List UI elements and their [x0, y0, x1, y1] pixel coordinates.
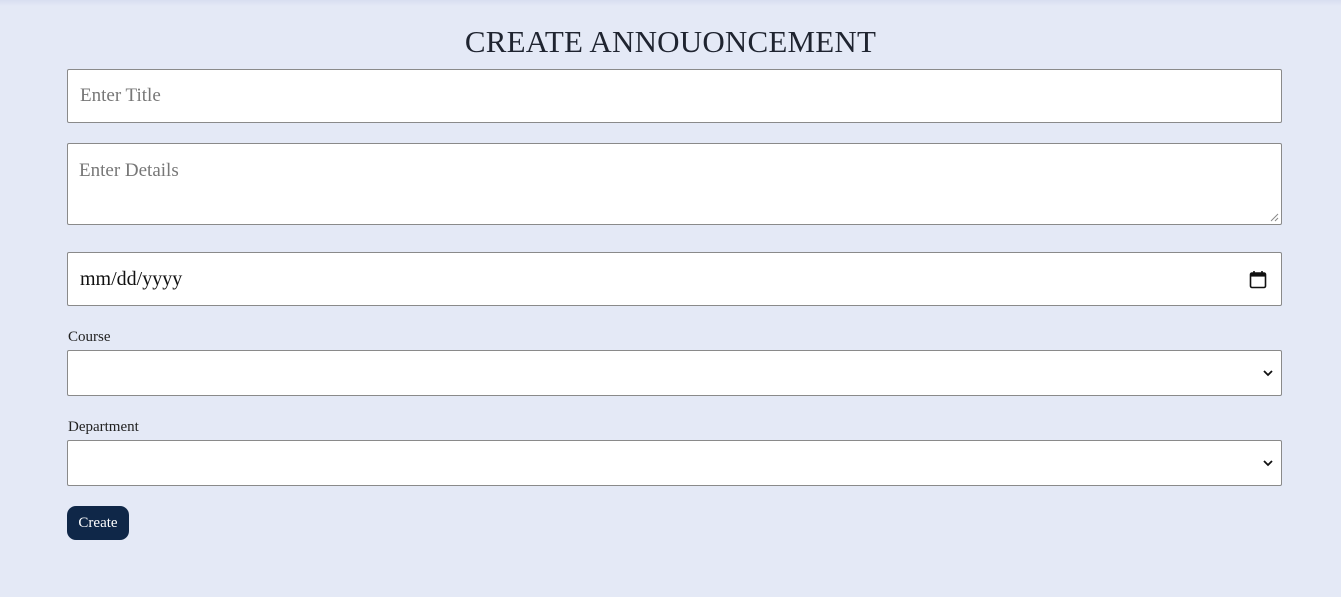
- page-title: CREATE ANNOUONCEMENT: [464, 24, 877, 59]
- chevron-down-icon: [1263, 458, 1273, 468]
- title-input[interactable]: Enter Title: [67, 69, 1282, 123]
- department-label: Department: [68, 419, 139, 435]
- resize-grip-icon[interactable]: [1270, 213, 1279, 222]
- create-button[interactable]: Create: [67, 506, 129, 540]
- department-select[interactable]: [67, 440, 1282, 486]
- details-placeholder: Enter Details: [79, 160, 179, 181]
- chevron-down-icon: [1263, 368, 1273, 378]
- top-shadow: [0, 0, 1341, 6]
- calendar-icon[interactable]: [1248, 269, 1268, 289]
- date-input[interactable]: mm/dd/yyyy: [67, 252, 1282, 306]
- date-placeholder: mm/dd/yyyy: [80, 267, 183, 290]
- course-label: Course: [68, 329, 111, 345]
- details-textarea[interactable]: Enter Details: [67, 143, 1282, 225]
- course-select[interactable]: [67, 350, 1282, 396]
- title-placeholder: Enter Title: [80, 85, 161, 106]
